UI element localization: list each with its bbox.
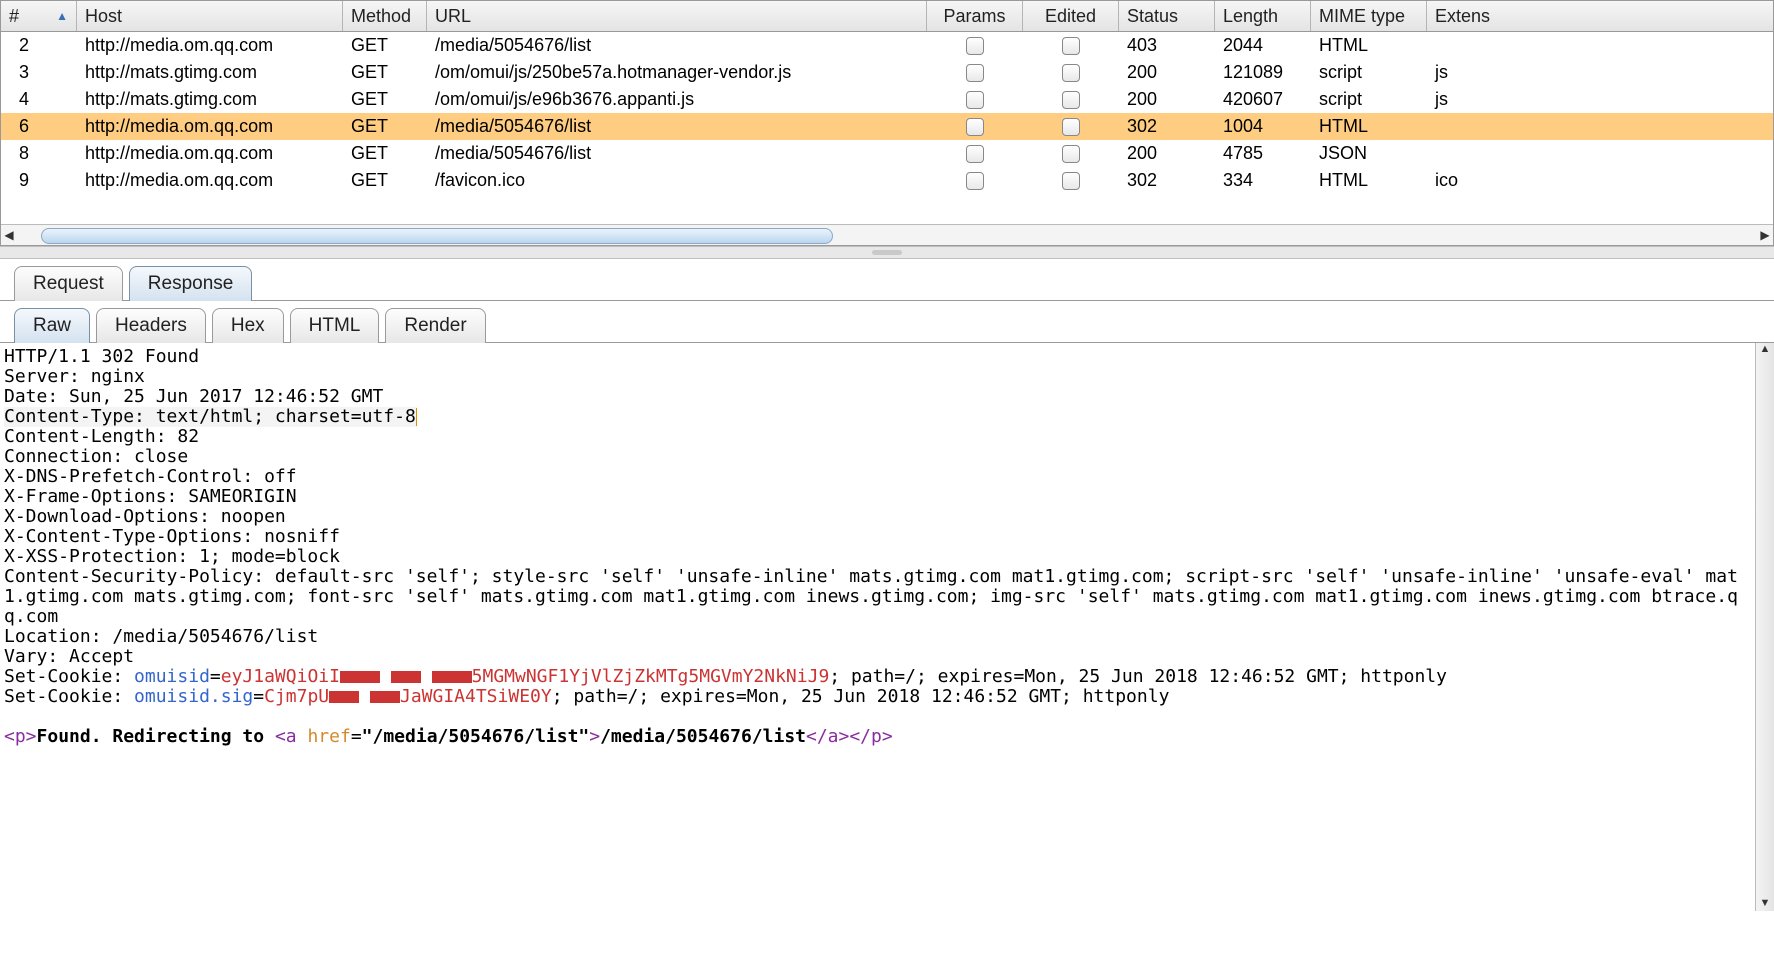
checkbox-icon: [1062, 91, 1080, 109]
table-row[interactable]: 3http://mats.gtimg.comGET/om/omui/js/250…: [1, 59, 1773, 86]
scroll-left-icon[interactable]: ◀: [1, 227, 17, 243]
subtab-headers[interactable]: Headers: [96, 308, 206, 343]
column-header-num[interactable]: #▲: [1, 1, 77, 31]
raw-response-text[interactable]: HTTP/1.1 302 Found Server: nginx Date: S…: [0, 343, 1755, 911]
subtab-hex[interactable]: Hex: [212, 308, 284, 343]
column-header-host[interactable]: Host: [77, 1, 343, 31]
horizontal-scrollbar[interactable]: ◀ ▶: [1, 224, 1773, 245]
sub-tabs: RawHeadersHexHTMLRender: [0, 301, 1774, 343]
grid-body: 2http://media.om.qq.comGET/media/5054676…: [1, 32, 1773, 194]
checkbox-icon: [1062, 118, 1080, 136]
column-header-status[interactable]: Status: [1119, 1, 1215, 31]
response-content-pane: HTTP/1.1 302 Found Server: nginx Date: S…: [0, 343, 1774, 911]
checkbox-icon: [966, 145, 984, 163]
checkbox-icon: [1062, 37, 1080, 55]
subtab-html[interactable]: HTML: [290, 308, 380, 343]
column-header-ext[interactable]: Extens: [1427, 1, 1773, 31]
http-history-panel: #▲ Host Method URL Params Edited Status …: [0, 0, 1774, 246]
pane-divider[interactable]: [0, 246, 1774, 259]
subtab-render[interactable]: Render: [385, 308, 485, 343]
subtab-raw[interactable]: Raw: [14, 308, 90, 343]
table-row[interactable]: 6http://media.om.qq.comGET/media/5054676…: [1, 113, 1773, 140]
column-header-params[interactable]: Params: [927, 1, 1023, 31]
column-header-url[interactable]: URL: [427, 1, 927, 31]
scroll-thumb[interactable]: [41, 228, 833, 244]
checkbox-icon: [966, 64, 984, 82]
checkbox-icon: [1062, 145, 1080, 163]
drag-handle-icon: [872, 250, 902, 255]
scroll-track[interactable]: [17, 227, 1757, 243]
tab-request[interactable]: Request: [14, 266, 123, 301]
checkbox-icon: [966, 37, 984, 55]
scroll-up-icon[interactable]: ▲: [1760, 343, 1771, 357]
vertical-scrollbar[interactable]: ▲ ▼: [1755, 343, 1774, 911]
checkbox-icon: [1062, 172, 1080, 190]
column-header-edited[interactable]: Edited: [1023, 1, 1119, 31]
scroll-down-icon[interactable]: ▼: [1760, 897, 1771, 911]
column-header-mime[interactable]: MIME type: [1311, 1, 1427, 31]
checkbox-icon: [1062, 64, 1080, 82]
table-row[interactable]: 8http://media.om.qq.comGET/media/5054676…: [1, 140, 1773, 167]
column-header-length[interactable]: Length: [1215, 1, 1311, 31]
scroll-right-icon[interactable]: ▶: [1757, 227, 1773, 243]
table-row[interactable]: 2http://media.om.qq.comGET/media/5054676…: [1, 32, 1773, 59]
tab-response[interactable]: Response: [129, 266, 253, 301]
main-tabs: RequestResponse: [0, 259, 1774, 301]
table-row[interactable]: 9http://media.om.qq.comGET/favicon.ico30…: [1, 167, 1773, 194]
column-header-method[interactable]: Method: [343, 1, 427, 31]
checkbox-icon: [966, 172, 984, 190]
grid-header: #▲ Host Method URL Params Edited Status …: [1, 1, 1773, 32]
sort-asc-icon: ▲: [56, 1, 68, 31]
checkbox-icon: [966, 118, 984, 136]
table-row[interactable]: 4http://mats.gtimg.comGET/om/omui/js/e96…: [1, 86, 1773, 113]
checkbox-icon: [966, 91, 984, 109]
